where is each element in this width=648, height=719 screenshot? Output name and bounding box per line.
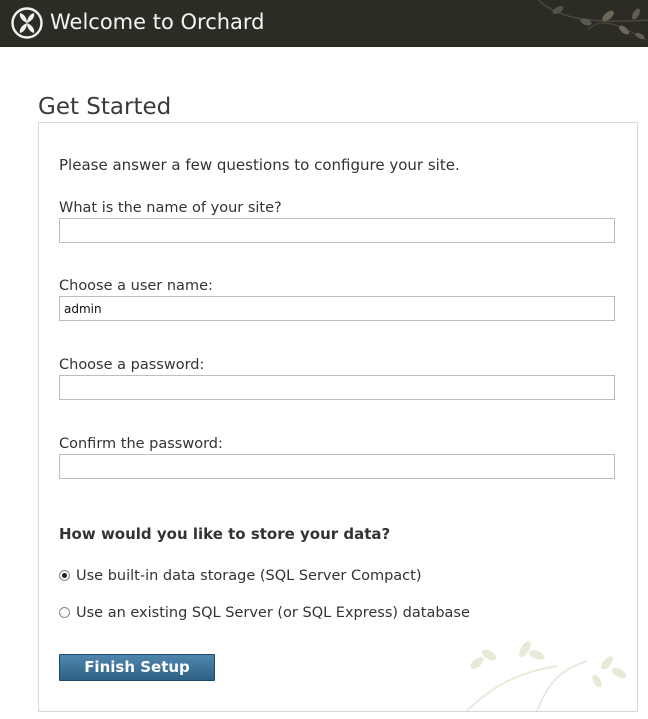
radio-button[interactable]: [59, 607, 70, 618]
password-label: Choose a password:: [59, 357, 205, 373]
storage-option-label: Use an existing SQL Server (or SQL Expre…: [76, 605, 470, 621]
setup-form-panel: Please answer a few questions to configu…: [38, 122, 638, 712]
leaf-decoration-icon: [466, 641, 627, 711]
finish-setup-button[interactable]: Finish Setup: [59, 654, 215, 681]
storage-option-label: Use built-in data storage (SQL Server Co…: [76, 568, 422, 584]
confirm-password-label: Confirm the password:: [59, 436, 223, 452]
leaf-decoration-icon: [537, 0, 648, 41]
orchard-logo-icon: [11, 7, 43, 39]
confirm-password-input[interactable]: [59, 454, 615, 479]
page-title: Get Started: [38, 94, 172, 120]
radio-button-selected[interactable]: [59, 570, 70, 581]
site-name-label: What is the name of your site?: [59, 200, 282, 216]
user-name-input[interactable]: [59, 296, 615, 321]
app-header: Welcome to Orchard: [0, 0, 648, 47]
intro-text: Please answer a few questions to configu…: [59, 156, 460, 174]
site-name-input[interactable]: [59, 218, 615, 243]
app-title: Welcome to Orchard: [50, 10, 265, 34]
storage-heading: How would you like to store your data?: [59, 525, 391, 543]
user-name-label: Choose a user name:: [59, 278, 213, 294]
password-input[interactable]: [59, 375, 615, 400]
